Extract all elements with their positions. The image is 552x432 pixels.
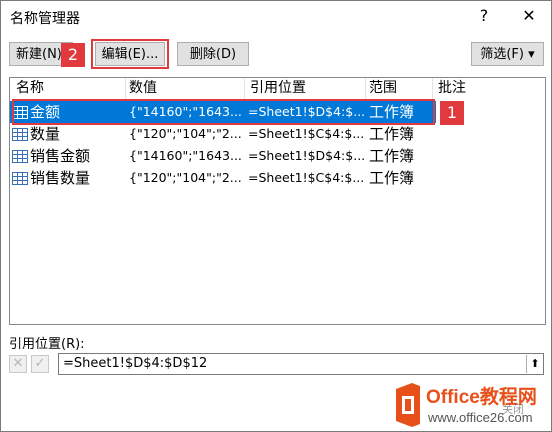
edit-button[interactable]: 编辑(E)... bbox=[95, 42, 165, 66]
column-divider[interactable] bbox=[365, 78, 366, 100]
close-button[interactable]: ✕ bbox=[517, 4, 541, 28]
reference-value: =Sheet1!$D$4:$D$12 bbox=[63, 356, 208, 371]
watermark-overlay-text: 关闭 bbox=[502, 402, 524, 416]
callout-badge-2: 2 bbox=[61, 43, 85, 67]
row-name: 数量 bbox=[30, 125, 61, 143]
table-row[interactable]: 数量 {"120";"104";"2... =Sheet1!$C$4:$... 工作簿 bbox=[10, 123, 436, 145]
delete-button[interactable]: 删除(D) bbox=[177, 42, 249, 66]
row-value: {"14160";"1643... bbox=[129, 148, 242, 163]
help-button[interactable]: ? bbox=[472, 4, 496, 28]
row-name: 销售数量 bbox=[30, 169, 91, 187]
column-header-scope[interactable]: 范围 bbox=[369, 78, 397, 99]
row-scope: 工作簿 bbox=[369, 125, 415, 143]
dialog-title: 名称管理器 bbox=[10, 11, 80, 27]
confirm-edit-icon[interactable]: ✓ bbox=[31, 355, 49, 373]
office-watermark-logo: Office教程网 www.office26.com 关闭 bbox=[390, 379, 545, 431]
range-table-icon bbox=[12, 150, 28, 163]
column-header-value[interactable]: 数值 bbox=[129, 78, 157, 99]
row-scope: 工作簿 bbox=[369, 147, 415, 165]
table-row[interactable]: 销售数量 {"120";"104";"2... =Sheet1!$C$4:$... 工… bbox=[10, 167, 436, 189]
row-reference: =Sheet1!$D$4:$... bbox=[248, 148, 365, 163]
table-row[interactable]: 销售金额 {"14160";"1643... =Sheet1!$D$4:$... 工作… bbox=[10, 145, 436, 167]
row-value: {"120";"104";"2... bbox=[129, 126, 242, 141]
column-divider[interactable] bbox=[244, 78, 245, 100]
column-header-name[interactable]: 名称 bbox=[16, 78, 44, 99]
column-divider[interactable] bbox=[125, 78, 126, 100]
row-value: {"120";"104";"2... bbox=[129, 170, 242, 185]
row-reference: =Sheet1!$C$4:$... bbox=[248, 126, 365, 141]
name-manager-dialog: 名称管理器 ? ✕ 新建(N) 编辑(E)... 删除(D) 筛选(F) ▾ 2… bbox=[0, 0, 552, 432]
column-header-reference[interactable]: 引用位置 bbox=[250, 78, 306, 99]
column-divider[interactable] bbox=[432, 78, 433, 100]
selected-row-highlight bbox=[12, 99, 435, 125]
reference-label: 引用位置(R): bbox=[9, 337, 85, 352]
row-name: 销售金额 bbox=[30, 147, 91, 165]
range-table-icon bbox=[12, 172, 28, 185]
filter-button[interactable]: 筛选(F) ▾ bbox=[471, 42, 544, 66]
cancel-edit-icon[interactable]: ✕ bbox=[9, 355, 27, 373]
row-name-cell: 销售金额 bbox=[12, 145, 126, 167]
range-table-icon bbox=[12, 128, 28, 141]
row-name-cell: 销售数量 bbox=[12, 167, 126, 189]
row-reference: =Sheet1!$C$4:$... bbox=[248, 170, 365, 185]
row-scope: 工作簿 bbox=[369, 169, 415, 187]
column-header-comment[interactable]: 批注 bbox=[438, 78, 466, 99]
office-logo-icon bbox=[396, 383, 420, 427]
row-name-cell: 数量 bbox=[12, 123, 126, 145]
collapse-dialog-icon[interactable]: ⬆ bbox=[526, 355, 543, 373]
reference-input[interactable]: =Sheet1!$D$4:$D$12 ⬆ bbox=[58, 353, 544, 375]
callout-badge-1: 1 bbox=[440, 101, 464, 125]
